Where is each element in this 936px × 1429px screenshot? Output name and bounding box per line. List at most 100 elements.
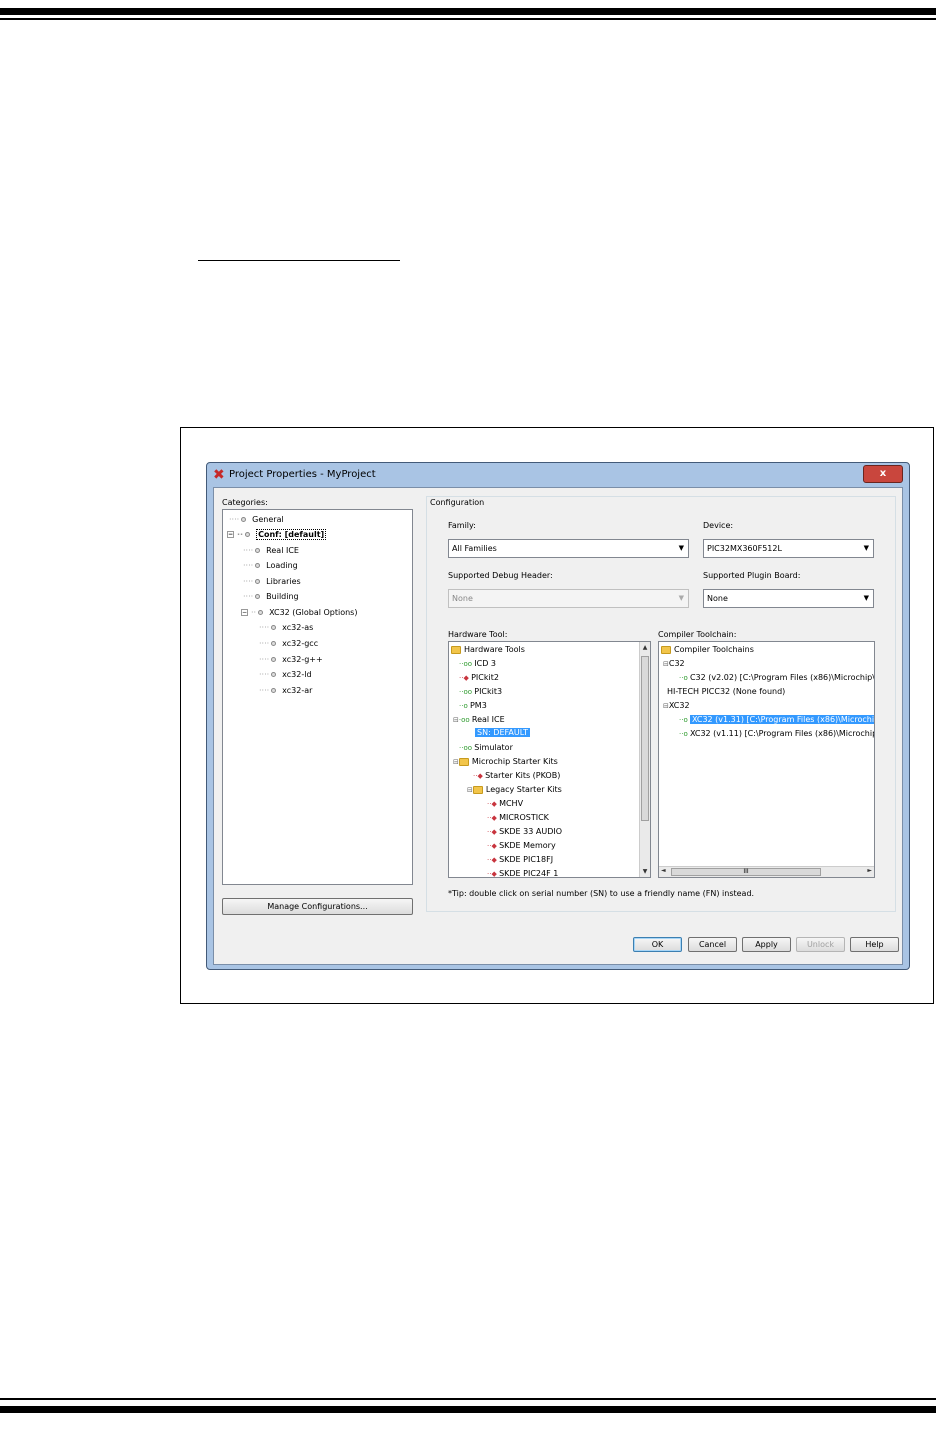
category-loading[interactable]: ···· Loading xyxy=(243,561,298,571)
close-button[interactable]: x xyxy=(863,465,903,483)
disconnected-icon: ··◆ xyxy=(487,870,500,878)
hw-node-sn-default[interactable]: SN: DEFAULT xyxy=(475,727,530,738)
connected-icon: ··o xyxy=(679,674,690,682)
tip-text: *Tip: double click on serial number (SN)… xyxy=(448,889,755,898)
dialog-client-area: Categories: ···· General − ·· Conf: [defaul… xyxy=(213,487,903,965)
scroll-right-icon[interactable]: ► xyxy=(867,867,872,874)
category-conf-default[interactable]: − ·· Conf: [default] xyxy=(227,529,327,540)
connected-icon: ··o xyxy=(459,702,470,710)
hw-node-skde-33-audio[interactable]: ··◆ SKDE 33 AUDIO xyxy=(487,826,562,838)
scroll-down-icon[interactable]: ▼ xyxy=(640,868,650,875)
hardware-tool-scrollbar[interactable]: ▲ ▼ xyxy=(639,642,650,877)
hw-node-legacy-starter-kits[interactable]: ⊟ Legacy Starter Kits xyxy=(467,784,562,796)
hw-node-icd3[interactable]: ··oo ICD 3 xyxy=(459,658,496,670)
categories-tree[interactable]: ···· General − ·· Conf: [default] ···· Real … xyxy=(222,509,413,885)
tc-node-c32-v202[interactable]: ··o C32 (v2.02) [C:\Program Files (x86)\… xyxy=(679,672,874,684)
help-button[interactable]: Help xyxy=(850,937,899,952)
compiler-toolchain-tree[interactable]: Compiler Toolchains ⊟C32 ··o C32 (v2.02)… xyxy=(658,641,875,878)
debug-header-label: Supported Debug Header: xyxy=(448,571,553,580)
dropdown-arrow-icon: ▼ xyxy=(678,594,684,602)
tc-node-c32[interactable]: ⊟C32 xyxy=(663,658,685,670)
hardware-tool-tree[interactable]: Hardware Tools ··oo ICD 3 ··◆ PICkit2 ··… xyxy=(448,641,651,878)
disconnected-icon: ··◆ xyxy=(473,772,486,780)
ok-button[interactable]: OK xyxy=(633,937,682,952)
category-xc32-as[interactable]: ···· xc32-as xyxy=(259,623,313,633)
node-icon xyxy=(271,641,277,646)
scroll-up-icon[interactable]: ▲ xyxy=(640,644,650,651)
collapse-icon[interactable]: − xyxy=(227,531,234,538)
categories-label: Categories: xyxy=(222,498,268,507)
node-icon xyxy=(271,657,277,662)
hw-node-microstick[interactable]: ··◆ MICROSTICK xyxy=(487,812,549,824)
family-select[interactable]: All Families ▼ xyxy=(448,539,689,558)
category-building[interactable]: ···· Building xyxy=(243,592,299,602)
category-xc32-gcc[interactable]: ···· xc32-gcc xyxy=(259,639,318,649)
node-icon xyxy=(255,563,261,568)
compiler-toolchain-hscrollbar[interactable]: ◄ III ► xyxy=(659,866,874,877)
tc-node-xc32-v111[interactable]: ··o XC32 (v1.11) [C:\Program Files (x86)… xyxy=(679,728,874,740)
device-select[interactable]: PIC32MX360F512L ▼ xyxy=(703,539,874,558)
scrollbar-thumb[interactable] xyxy=(641,656,649,821)
header-rule-thin xyxy=(0,18,936,20)
node-icon xyxy=(255,548,261,553)
hw-node-pickit2[interactable]: ··◆ PICkit2 xyxy=(459,672,499,684)
collapse-icon[interactable]: ⊟ xyxy=(467,786,473,794)
node-icon xyxy=(271,688,277,693)
connected-icon: ··oo xyxy=(459,744,475,752)
collapse-icon[interactable]: ⊟ xyxy=(453,758,459,766)
node-icon xyxy=(255,579,261,584)
category-general[interactable]: ···· General xyxy=(229,515,284,525)
scroll-left-icon[interactable]: ◄ xyxy=(661,867,666,874)
category-xc32-ar[interactable]: ···· xc32-ar xyxy=(259,686,312,696)
project-properties-dialog: ✖ Project Properties - MyProject x Categ… xyxy=(206,462,910,970)
category-xc32-ld[interactable]: ···· xc32-ld xyxy=(259,670,312,680)
node-icon xyxy=(245,532,251,537)
plugin-board-select[interactable]: None ▼ xyxy=(703,589,874,608)
tc-node-xc32-v131[interactable]: ··o XC32 (v1.31) [C:\Program Files (x86)… xyxy=(679,714,874,726)
configuration-group: Family: All Families ▼ Device: PIC32MX360… xyxy=(426,496,896,912)
hw-node-skde-memory[interactable]: ··◆ SKDE Memory xyxy=(487,840,556,852)
collapse-icon[interactable]: − xyxy=(241,609,248,616)
hw-node-pickit3[interactable]: ··oo PICkit3 xyxy=(459,686,502,698)
app-logo-icon: ✖ xyxy=(213,467,225,483)
hw-node-hardware-tools[interactable]: Hardware Tools xyxy=(451,644,525,655)
category-xc32-global[interactable]: − ·· XC32 (Global Options) xyxy=(241,608,357,618)
footer-rule-thick xyxy=(0,1406,936,1413)
footer-rule-thin xyxy=(0,1398,936,1400)
cancel-button[interactable]: Cancel xyxy=(688,937,737,952)
hw-node-pm3[interactable]: ··o PM3 xyxy=(459,700,487,712)
hw-node-simulator[interactable]: ··oo Simulator xyxy=(459,742,513,754)
plugin-board-label: Supported Plugin Board: xyxy=(703,571,801,580)
hw-node-starter-kits-pkob[interactable]: ··◆ Starter Kits (PKOB) xyxy=(473,770,560,782)
title-bar[interactable]: ✖ Project Properties - MyProject x xyxy=(207,463,909,487)
tc-node-compiler-toolchains[interactable]: Compiler Toolchains xyxy=(661,644,754,655)
folder-icon xyxy=(458,757,469,766)
node-icon xyxy=(271,672,277,677)
folder-icon xyxy=(661,645,671,654)
disconnected-icon: ··◆ xyxy=(487,800,500,808)
hw-node-skde-pic18fj[interactable]: ··◆ SKDE PIC18FJ xyxy=(487,854,553,866)
hw-node-mchv[interactable]: ··◆ MCHV xyxy=(487,798,523,810)
disconnected-icon: ··◆ xyxy=(487,828,500,836)
disconnected-icon: ··◆ xyxy=(487,842,500,850)
scrollbar-thumb[interactable]: III xyxy=(671,868,821,876)
category-libraries[interactable]: ···· Libraries xyxy=(243,577,301,587)
tc-node-hitech-picc32[interactable]: HI-TECH PICC32 (None found) xyxy=(667,686,785,697)
connected-icon: ··oo xyxy=(459,660,475,668)
hw-node-real-ice[interactable]: ⊟·oo Real ICE xyxy=(453,714,505,726)
hyperlink-underline xyxy=(198,260,400,261)
dropdown-arrow-icon: ▼ xyxy=(863,594,869,602)
tc-node-xc32[interactable]: ⊟XC32 xyxy=(663,700,690,712)
apply-button[interactable]: Apply xyxy=(742,937,791,952)
manage-configurations-button[interactable]: Manage Configurations... xyxy=(222,898,413,915)
folder-icon xyxy=(451,645,461,654)
disconnected-icon: ··◆ xyxy=(487,856,500,864)
category-real-ice[interactable]: ···· Real ICE xyxy=(243,546,299,556)
hw-node-skde-pic24f-1[interactable]: ··◆ SKDE PIC24F 1 xyxy=(487,868,558,878)
hw-node-microchip-starter-kits[interactable]: ⊟ Microchip Starter Kits xyxy=(453,756,558,768)
dropdown-arrow-icon: ▼ xyxy=(678,544,684,552)
node-icon xyxy=(258,610,264,615)
header-rule-thick xyxy=(0,8,936,15)
category-xc32-gpp[interactable]: ···· xc32-g++ xyxy=(259,655,323,665)
debug-header-select: None ▼ xyxy=(448,589,689,608)
